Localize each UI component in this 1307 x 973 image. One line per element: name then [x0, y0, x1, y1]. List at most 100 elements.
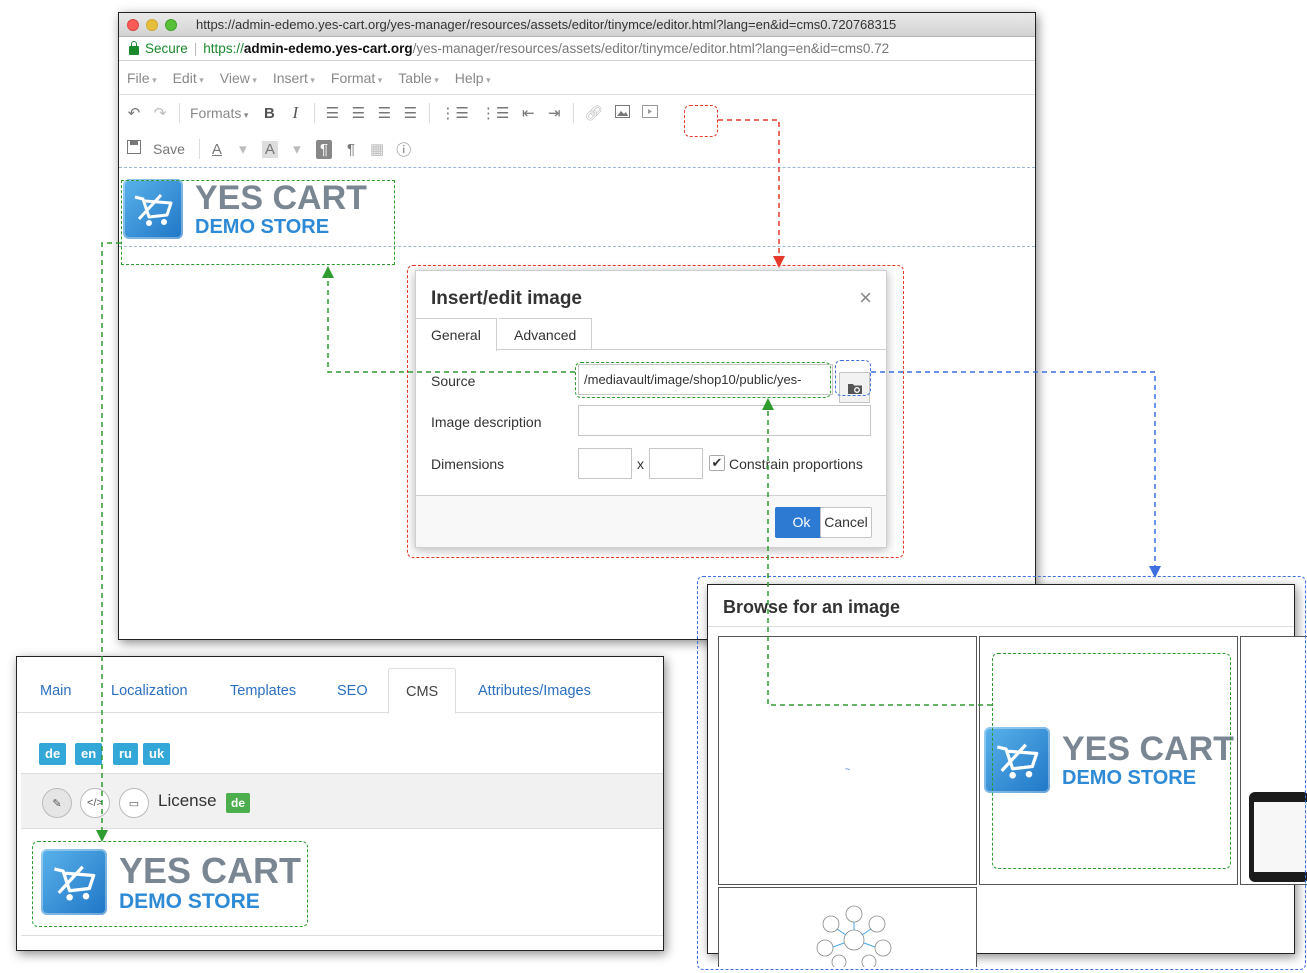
menu-table[interactable]: Table: [398, 70, 439, 86]
lock-icon: [129, 40, 139, 55]
minimize-window-button[interactable]: [146, 18, 158, 31]
cms-item-toolbar: ✎ </> ▭ License de: [21, 773, 663, 829]
chevron-down-icon[interactable]: ▾: [290, 140, 304, 158]
tab-advanced[interactable]: Advanced: [499, 318, 593, 350]
description-label: Image description: [431, 414, 542, 430]
menu-file[interactable]: File: [127, 70, 157, 86]
tab-seo[interactable]: SEO: [337, 683, 368, 699]
constrain-checkbox[interactable]: ✔: [709, 455, 725, 471]
save-button[interactable]: Save: [153, 141, 185, 157]
edit-icon[interactable]: ✎: [42, 788, 72, 818]
maximize-window-button[interactable]: [165, 18, 177, 31]
constrain-label: Constrain proportions: [729, 456, 863, 472]
url-scheme: https://: [203, 41, 244, 56]
browse-button[interactable]: [839, 372, 870, 403]
help-icon[interactable]: ⓘ: [396, 139, 411, 160]
toolbar-divider: [179, 103, 180, 123]
dimension-separator: x: [637, 456, 644, 472]
tab-attributes-images[interactable]: Attributes/Images: [478, 683, 591, 699]
tablet-image: [1249, 792, 1307, 882]
preview-monitor-icon[interactable]: ▭: [119, 788, 149, 818]
lang-badge-ru[interactable]: ru: [113, 743, 138, 765]
tab-cms[interactable]: CMS: [388, 668, 457, 714]
url-host: admin-edemo.yes-cart.org: [243, 41, 413, 56]
menu-help[interactable]: Help: [455, 70, 491, 86]
address-bar[interactable]: Secure | https://admin-edemo.yes-cart.or…: [119, 37, 1035, 61]
height-input[interactable]: [649, 448, 703, 479]
lang-badge-de[interactable]: de: [39, 743, 67, 765]
undo-icon[interactable]: ↶: [127, 104, 141, 122]
visual-aid-icon[interactable]: ▦: [370, 140, 384, 158]
tab-localization[interactable]: Localization: [111, 683, 188, 699]
close-icon[interactable]: ×: [859, 285, 872, 311]
link-icon[interactable]: 🔗︎: [584, 104, 603, 122]
address-separator: |: [193, 41, 198, 56]
image-thumbnail-diagram[interactable]: [718, 887, 977, 967]
source-label: Source: [431, 373, 476, 389]
image-thumbnail-logo[interactable]: YES CART DEMO STORE: [979, 636, 1238, 885]
italic-button[interactable]: I: [288, 103, 302, 123]
editor-logo-image[interactable]: YES CART DEMO STORE: [123, 179, 367, 239]
font-color-button[interactable]: A: [210, 141, 224, 158]
logo-title: YES CART: [119, 849, 302, 891]
cms-content-preview: YES CART DEMO STORE: [21, 830, 663, 936]
visual-chars-button[interactable]: ¶: [344, 141, 358, 158]
tab-general[interactable]: General: [416, 318, 497, 351]
insert-media-icon[interactable]: [642, 104, 659, 122]
cart-logo-icon: [41, 849, 107, 915]
editor-toolbar-1: ↶ ↷ Formats B I ☰ ☰ ☰ ☰ ⋮☰ ⋮☰ ⇤ ⇥ 🔗︎: [119, 95, 1035, 131]
numbered-list-icon[interactable]: ⋮☰: [481, 104, 509, 122]
redo-icon[interactable]: ↷: [153, 104, 167, 122]
logo-subtitle: DEMO STORE: [195, 216, 330, 238]
toolbar-divider: [198, 139, 200, 159]
mind-map-image: [816, 905, 892, 967]
show-blocks-button[interactable]: ¶: [315, 139, 332, 159]
chevron-down-icon[interactable]: ▾: [236, 140, 250, 158]
window-title: https://admin-edemo.yes-cart.org/yes-man…: [196, 17, 897, 32]
bullet-list-icon[interactable]: ⋮☰: [440, 104, 468, 122]
cancel-button[interactable]: Cancel: [820, 507, 872, 538]
folder-browse-icon: [847, 383, 862, 394]
align-right-icon[interactable]: ☰: [377, 104, 391, 122]
menu-view[interactable]: View: [220, 70, 257, 86]
image-thumbnail-tablet[interactable]: [1240, 636, 1307, 885]
dialog-footer: Ok Cancel: [416, 495, 886, 547]
logo-text: YES CART DEMO STORE: [1062, 732, 1234, 788]
menu-edit[interactable]: Edit: [173, 70, 204, 86]
url-path: /yes-manager/resources/assets/editor/tin…: [412, 41, 890, 56]
align-left-icon[interactable]: ☰: [325, 104, 339, 122]
logo-title: YES CART: [1062, 730, 1234, 768]
tab-main[interactable]: Main: [40, 683, 71, 699]
editor-menubar: File Edit View Insert Format Table Help: [119, 61, 1035, 95]
image-thumbnail[interactable]: ~: [718, 636, 977, 885]
align-center-icon[interactable]: ☰: [351, 104, 365, 122]
toolbar-divider: [314, 103, 316, 123]
menu-insert[interactable]: Insert: [273, 70, 315, 86]
admin-cms-panel: Main Localization Templates SEO CMS Attr…: [16, 656, 664, 951]
formats-dropdown[interactable]: Formats: [190, 105, 248, 121]
width-input[interactable]: [578, 448, 632, 479]
align-justify-icon[interactable]: ☰: [403, 104, 417, 122]
insert-image-dialog: Insert/edit image × General Advanced Sou…: [415, 270, 887, 548]
cart-logo-icon: [123, 179, 183, 239]
save-icon[interactable]: [127, 140, 141, 158]
insert-image-icon[interactable]: [615, 104, 631, 122]
background-color-button[interactable]: A: [261, 140, 278, 158]
dimensions-label: Dimensions: [431, 456, 505, 472]
cart-logo-icon: [984, 727, 1050, 793]
lang-badge-uk[interactable]: uk: [143, 743, 171, 765]
indent-icon[interactable]: ⇥: [547, 104, 561, 122]
outdent-icon[interactable]: ⇤: [521, 104, 535, 122]
lang-badge-en[interactable]: en: [75, 743, 103, 765]
browse-title: Browse for an image: [723, 597, 901, 617]
close-window-button[interactable]: [127, 18, 139, 31]
logo-subtitle: DEMO STORE: [119, 889, 260, 913]
tab-templates[interactable]: Templates: [230, 683, 296, 699]
description-input[interactable]: [578, 405, 871, 436]
logo-subtitle: DEMO STORE: [1062, 767, 1197, 789]
bold-button[interactable]: B: [262, 105, 276, 122]
cms-item-name: License: [158, 791, 217, 810]
menu-format[interactable]: Format: [331, 70, 382, 86]
source-code-icon[interactable]: </>: [80, 788, 110, 818]
source-input[interactable]: /mediavault/image/shop10/public/yes-: [578, 364, 833, 395]
